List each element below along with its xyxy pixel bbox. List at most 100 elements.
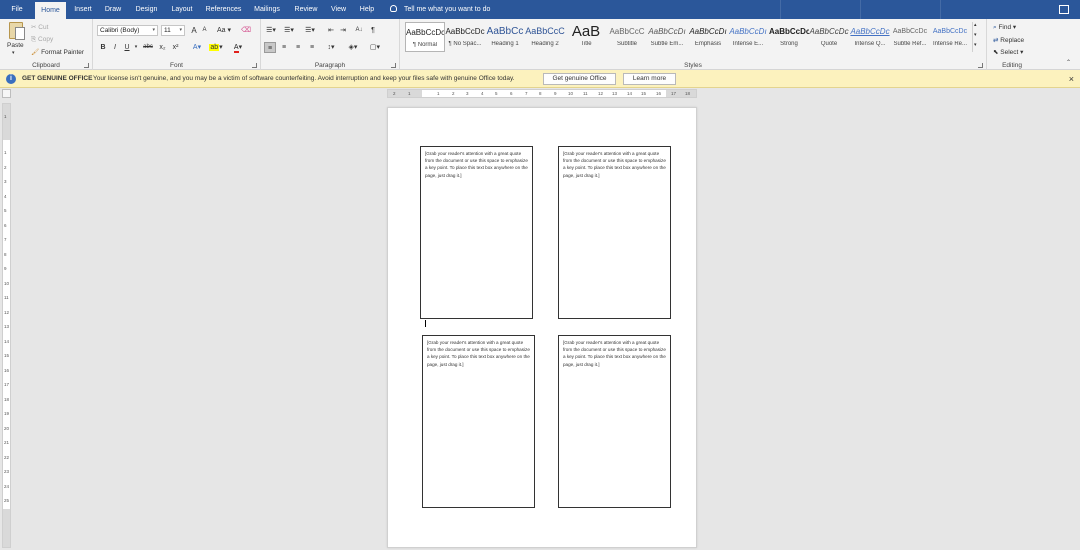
collapse-ribbon-icon[interactable]: ⌃ <box>1066 59 1071 66</box>
ruler-tick: 4 <box>4 194 7 199</box>
highlight-button[interactable]: ab▾ <box>209 42 223 53</box>
text-box-3[interactable]: [Grab your reader's attention with a gre… <box>422 335 535 508</box>
style-intense-quote[interactable]: AaBbCcDc Intense Q... <box>850 22 890 52</box>
styles-gallery-scroll[interactable]: ▴ ▾ ▾ <box>972 22 979 52</box>
line-spacing-icon[interactable]: ↕▾ <box>323 42 339 53</box>
show-marks-button[interactable]: ¶ <box>368 25 378 36</box>
superscript-button[interactable]: x² <box>170 42 181 53</box>
style-subtle-emphasis[interactable]: AaBbCcDı Subtle Em... <box>647 22 687 52</box>
tab-help[interactable]: Help <box>355 0 379 19</box>
notification-message: Your license isn't genuine, and you may … <box>93 75 515 82</box>
style-title[interactable]: AaB Title <box>566 22 606 52</box>
paste-button[interactable]: Paste <box>7 42 24 49</box>
style-normal[interactable]: AaBbCcDc ¶ Normal <box>405 22 445 52</box>
increase-indent-icon[interactable]: ⇥ <box>338 25 348 36</box>
style-heading-1[interactable]: AaBbCc Heading 1 <box>485 22 525 52</box>
ruler-tick: 16 <box>4 368 10 373</box>
ruler-tick: 1 <box>4 114 7 119</box>
text-box-4[interactable]: [Grab your reader's attention with a gre… <box>558 335 671 508</box>
decrease-indent-icon[interactable]: ⇤ <box>326 25 336 36</box>
tab-mailings[interactable]: Mailings <box>250 0 284 19</box>
style-subtle-reference[interactable]: AaBbCcDc Subtle Ref... <box>890 22 930 52</box>
highlighter-icon: ab <box>209 44 220 51</box>
style-quote[interactable]: AaBbCcDc Quote <box>809 22 849 52</box>
align-right-icon[interactable]: ≡ <box>292 42 304 53</box>
tab-review[interactable]: Review <box>290 0 322 19</box>
justify-icon[interactable]: ≡ <box>306 42 318 53</box>
align-left-icon[interactable]: ≡ <box>264 42 276 53</box>
replace-button[interactable]: ⇄ Replace <box>993 36 1024 44</box>
underline-button[interactable]: U <box>122 42 132 53</box>
bullets-icon[interactable]: ☰▾ <box>264 25 278 36</box>
paste-dropdown-icon[interactable]: ▾ <box>12 50 15 56</box>
font-size-combo[interactable]: 11 ▾ <box>161 25 185 36</box>
clear-formatting-icon[interactable]: ⌫ <box>240 25 252 36</box>
style-subtitle[interactable]: AaBbCcC Subtitle <box>607 22 647 52</box>
font-launcher-icon[interactable] <box>252 63 257 68</box>
borders-icon[interactable]: ▢▾ <box>367 42 383 53</box>
document-page[interactable]: [Grab your reader's attention with a gre… <box>387 107 697 548</box>
tab-selector[interactable] <box>2 89 11 98</box>
subscript-button[interactable]: x₂ <box>157 42 168 53</box>
ruler-tick: 15 <box>641 91 647 96</box>
cut-button[interactable]: ✂ Cut <box>31 23 48 31</box>
strikethrough-button[interactable]: abc <box>141 42 155 53</box>
styles-launcher-icon[interactable] <box>978 63 983 68</box>
ruler-tick: 7 <box>4 237 7 242</box>
format-painter-button[interactable]: 🖌 Format Painter <box>31 48 84 56</box>
ruler-tick: 25 <box>4 498 10 503</box>
style-heading-2[interactable]: AaBbCcC Heading 2 <box>525 22 565 52</box>
close-icon[interactable]: × <box>1069 70 1074 88</box>
style-emphasis[interactable]: AaBbCcDı Emphasis <box>688 22 728 52</box>
horizontal-ruler[interactable]: 2 1 1 2 3 4 5 6 7 8 9 10 11 12 13 14 15 … <box>387 89 697 98</box>
ruler-tick: 11 <box>583 91 588 96</box>
chevron-up-icon: ▴ <box>974 22 977 28</box>
style-no-spacing[interactable]: AaBbCcDc ¶ No Spac... <box>445 22 485 52</box>
select-button[interactable]: ⬉ Select ▾ <box>993 48 1023 56</box>
paste-icon[interactable] <box>9 22 25 40</box>
ruler-tick: 22 <box>4 455 10 460</box>
tab-insert[interactable]: Insert <box>70 0 96 19</box>
ruler-tick: 2 <box>393 91 396 96</box>
tab-layout[interactable]: Layout <box>167 0 197 19</box>
tab-home[interactable]: Home <box>35 2 66 19</box>
tab-file[interactable]: File <box>6 0 28 19</box>
tab-draw[interactable]: Draw <box>101 0 125 19</box>
change-case-button[interactable]: Aa ▾ <box>215 25 233 36</box>
find-button[interactable]: ⌕ Find ▾ <box>993 23 1016 32</box>
copy-button[interactable]: ⎘ Copy <box>31 36 53 44</box>
paragraph-group: ☰▾ ☰▾ ☰▾ ⇤ ⇥ A↓ ¶ ≡ ≡ ≡ ≡ ↕▾ ◈▾ ▢▾ Parag… <box>261 19 400 70</box>
underline-dropdown-icon[interactable]: ▾ <box>133 42 139 53</box>
ruler-tick: 10 <box>568 91 574 96</box>
text-box-2[interactable]: [Grab your reader's attention with a gre… <box>558 146 671 319</box>
info-icon: i <box>6 74 16 84</box>
text-effects-icon[interactable]: A▾ <box>190 42 204 53</box>
clipboard-launcher-icon[interactable] <box>84 63 89 68</box>
style-intense-reference[interactable]: AaBbCcDc Intense Re... <box>930 22 970 52</box>
vertical-ruler[interactable]: 1 1 2 3 4 5 6 7 8 9 10 11 12 13 14 15 16… <box>2 103 11 548</box>
sort-icon[interactable]: A↓ <box>353 25 365 36</box>
bold-button[interactable]: B <box>98 42 108 53</box>
shrink-font-button[interactable]: A <box>200 25 209 36</box>
style-strong[interactable]: AaBbCcDc Strong <box>769 22 809 52</box>
font-name-combo[interactable]: Calibri (Body) ▾ <box>97 25 158 36</box>
tab-view[interactable]: View <box>326 0 351 19</box>
tab-references[interactable]: References <box>201 0 246 19</box>
tell-me-box[interactable]: Tell me what you want to do <box>390 0 490 19</box>
get-genuine-office-button[interactable]: Get genuine Office <box>543 73 616 85</box>
grow-font-button[interactable]: A <box>189 25 199 36</box>
ruler-tick: 10 <box>4 281 10 286</box>
editing-group-label: Editing <box>1002 62 1022 69</box>
multilevel-list-icon[interactable]: ☰▾ <box>302 25 318 36</box>
paragraph-launcher-icon[interactable] <box>391 63 396 68</box>
tab-design[interactable]: Design <box>130 0 163 19</box>
font-color-button[interactable]: A▾ <box>231 42 245 53</box>
numbering-icon[interactable]: ☰▾ <box>282 25 296 36</box>
shading-icon[interactable]: ◈▾ <box>345 42 361 53</box>
text-box-1[interactable]: [Grab your reader's attention with a gre… <box>420 146 533 319</box>
italic-button[interactable]: I <box>110 42 120 53</box>
window-restore-icon[interactable] <box>1059 5 1069 14</box>
align-center-icon[interactable]: ≡ <box>278 42 290 53</box>
style-intense-emphasis[interactable]: AaBbCcDı Intense E... <box>728 22 768 52</box>
learn-more-button[interactable]: Learn more <box>623 73 676 85</box>
